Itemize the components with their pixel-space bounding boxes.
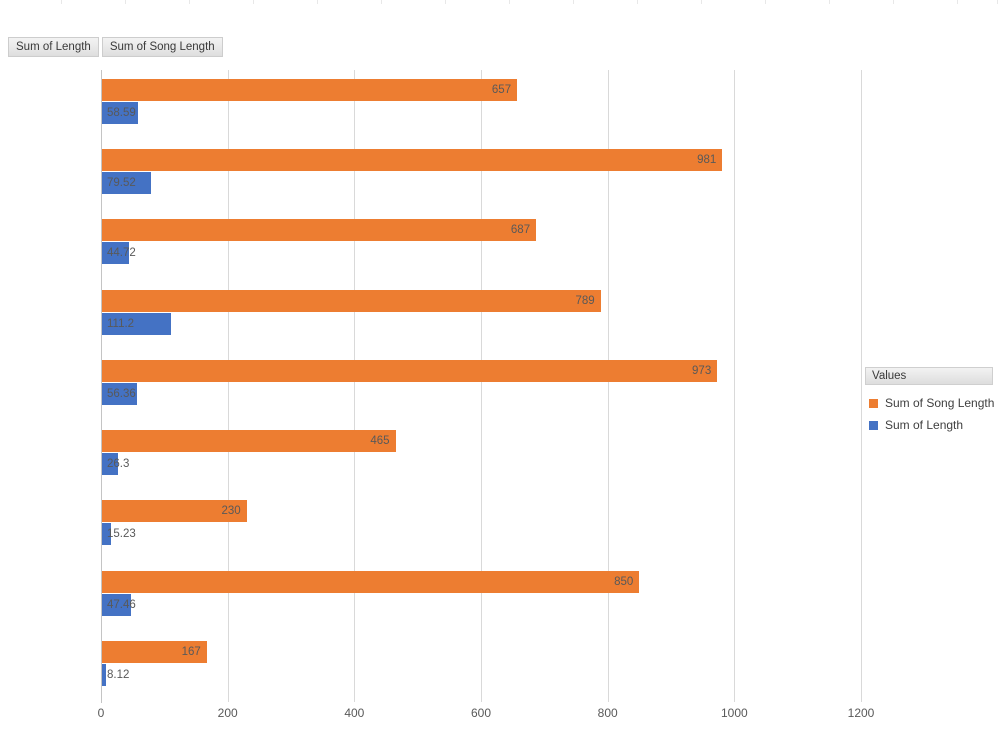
chart-category-row: 202085047.46 (101, 562, 861, 632)
chart-category-row: 20211678.12 (101, 632, 861, 702)
legend-field-button-row: Sum of Length Sum of Song Length (8, 37, 226, 57)
legend-field-button[interactable]: Sum of Song Length (101, 37, 223, 57)
bar-data-label: 465 (370, 435, 390, 448)
bar-data-label: 687 (510, 224, 531, 237)
value-axis-tick-labels: 0 200 400 600 800 1000 1200 (97, 706, 875, 726)
bar-data-label: 981 (697, 154, 717, 167)
legend-item[interactable]: Sum of Length (865, 418, 993, 432)
bar-data-label: 26.3 (107, 458, 130, 471)
legend-item[interactable]: Sum of Song Length (865, 396, 995, 410)
bar-data-label: 973 (692, 364, 712, 377)
legend-color-swatch (869, 398, 878, 408)
bar-sum-of-song-length[interactable] (101, 359, 718, 382)
bar-sum-of-song-length[interactable] (101, 149, 723, 172)
category-axis-line (101, 70, 102, 703)
chart-category-row: 201923015.23 (101, 491, 861, 561)
bar-data-label: 789 (575, 294, 595, 307)
legend-item-label: Sum of Length (885, 418, 964, 432)
bar-data-label: 167 (181, 645, 201, 658)
value-axis-tick-label: 600 (470, 706, 492, 720)
chart-category-row: 2016789111.2 (101, 281, 861, 351)
value-axis-tick-label: 1200 (847, 706, 875, 720)
value-axis-tick-label: 1000 (720, 706, 748, 720)
bar-data-label: 230 (221, 505, 241, 518)
bar-sum-of-song-length[interactable] (101, 570, 640, 593)
bar-data-label: 111.2 (107, 317, 135, 330)
bar-data-label: 56.36 (107, 387, 136, 400)
value-axis-tick-label: 400 (344, 706, 365, 720)
bar-data-label: 8.12 (107, 668, 130, 681)
value-axis-tick-label: 800 (597, 706, 618, 720)
legend-item-list: Sum of Song Length Sum of Length (865, 396, 995, 432)
legend-color-swatch (869, 420, 878, 430)
bar-data-label: 44.72 (107, 247, 136, 260)
chart-category-row: 201797356.36 (101, 351, 861, 421)
chart-legend[interactable]: Values Sum of Song Length Sum of Length (865, 367, 995, 432)
legend-field-label: Sum of Song Length (109, 41, 215, 53)
gridline (861, 70, 862, 702)
plot-area[interactable]: 201365758.59201498179.52201568744.722016… (101, 70, 862, 702)
bar-data-label: 850 (614, 575, 634, 588)
legend-field-button[interactable]: Sum of Length (8, 37, 99, 57)
bar-data-label: 79.52 (107, 177, 136, 190)
legend-title: Values (865, 367, 993, 385)
chart-category-row: 201498179.52 (101, 140, 861, 210)
bar-data-label: 15.23 (107, 528, 136, 541)
chart-category-row: 201846526.3 (101, 421, 861, 491)
bar-data-label: 47.46 (107, 598, 136, 611)
bar-sum-of-song-length[interactable] (101, 430, 396, 453)
chart-category-row: 201365758.59 (101, 70, 861, 140)
value-axis-tick-label: 200 (217, 706, 238, 720)
bar-sum-of-song-length[interactable] (101, 79, 518, 101)
legend-field-label: Sum of Length (16, 41, 91, 53)
bar-sum-of-song-length[interactable] (101, 219, 537, 242)
bar-sum-of-song-length[interactable] (101, 289, 601, 312)
chart-category-row: 201568744.72 (101, 210, 861, 280)
bar-data-label: 657 (491, 84, 512, 96)
value-axis-tick-label: 0 (97, 706, 105, 720)
bar-data-label: 58.59 (107, 107, 136, 119)
legend-item-label: Sum of Song Length (885, 396, 995, 410)
